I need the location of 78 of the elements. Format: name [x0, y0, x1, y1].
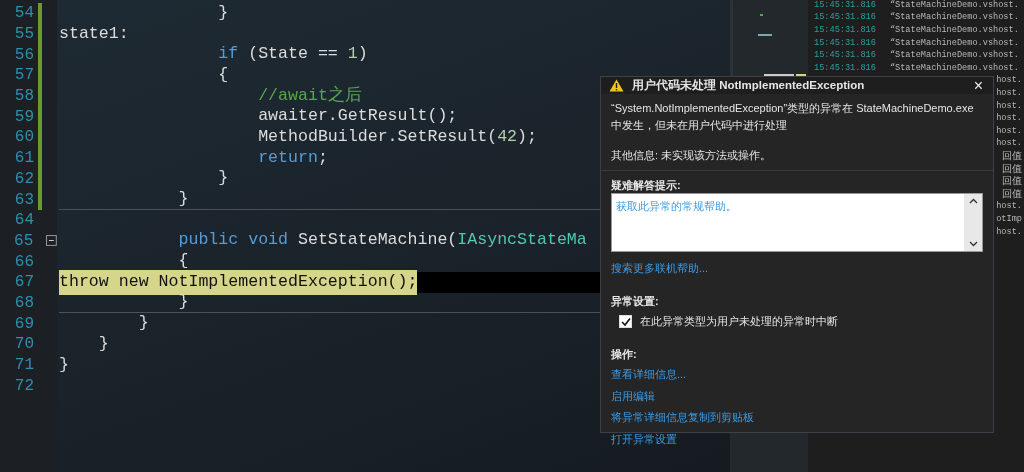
line-number: 63: [13, 189, 34, 211]
output-text: “StateMachineDemo.vshost.: [889, 61, 1019, 75]
output-text: 回值: [1002, 162, 1022, 176]
code-line: }: [137, 312, 149, 335]
output-text: “StateMachineDemo.vshost.: [889, 11, 1019, 25]
help-link[interactable]: 获取此异常的常规帮助。: [616, 200, 737, 213]
checkbox-label: 在此异常类型为用户未处理的异常时中断: [640, 314, 838, 330]
code-line: }: [59, 353, 69, 376]
output-text: 回值: [1002, 175, 1022, 189]
output-text: host.: [996, 225, 1022, 239]
section-heading: 疑难解答提示:: [611, 177, 682, 193]
action-link[interactable]: 将异常详细信息复制到剪贴板: [611, 411, 754, 424]
line-number: 57: [13, 65, 34, 87]
output-text: host.: [996, 99, 1022, 113]
code-line: state1:: [59, 22, 129, 45]
code-line: }: [177, 187, 189, 210]
line-number: 60: [13, 127, 34, 149]
line-number: 59: [13, 106, 34, 128]
scrollbar[interactable]: [964, 194, 982, 252]
output-text: host.: [996, 112, 1022, 126]
line-number: 72: [13, 375, 34, 397]
output-text: host.: [996, 74, 1022, 88]
line-number: 62: [13, 168, 34, 190]
line-number: 58: [13, 86, 34, 108]
line-number: 56: [13, 44, 34, 66]
action-link[interactable]: 打开异常设置: [611, 432, 677, 445]
action-link[interactable]: 启用编辑: [611, 389, 655, 402]
code-line: }: [217, 167, 229, 190]
popup-title: 用户代码未处理 NotImplementedException: [632, 77, 866, 93]
output-text: otImp: [996, 212, 1022, 226]
code-line: MethodBuilder.SetResult(42);: [257, 126, 537, 149]
output-text: host.: [996, 137, 1022, 151]
collapse-icon[interactable]: [46, 235, 57, 247]
section-heading: 操作:: [611, 346, 638, 362]
output-timestamp: 15:45:31.816: [814, 61, 876, 75]
output-timestamp: 15:45:31.816: [814, 36, 876, 50]
line-number: 65: [13, 230, 34, 252]
output-timestamp: 15:45:31.816: [814, 0, 876, 12]
exception-message: “System.NotImplementedException”类型的异常在 StateMachineDemo.exe 中发生，但未在用户代码中进行处理: [611, 101, 975, 133]
output-text: “StateMachineDemo.vshost.: [889, 49, 1019, 63]
scroll-down-icon[interactable]: [968, 241, 978, 248]
output-text: “StateMachineDemo.vshost.: [889, 24, 1019, 37]
line-number: 66: [13, 251, 34, 273]
output-timestamp: 15:45:31.816: [814, 11, 876, 25]
close-button[interactable]: ×: [971, 77, 985, 94]
checkbox[interactable]: [619, 315, 632, 328]
code-line: }: [217, 1, 229, 24]
output-text: “StateMachineDemo.vshost.: [889, 0, 1019, 12]
output-text: host.: [996, 200, 1022, 214]
line-number: 61: [13, 148, 34, 170]
highlighted-statement: throw new NotImplementedException();: [59, 269, 418, 295]
line-number: 69: [13, 313, 34, 335]
additional-info: 其他信息: 未实现该方法或操作。: [611, 148, 773, 164]
line-number: 68: [13, 292, 34, 314]
line-number: 71: [13, 355, 34, 377]
code-line: if (State == 1): [217, 43, 368, 66]
line-number: 67: [13, 272, 34, 294]
scroll-up-icon[interactable]: [968, 198, 978, 205]
output-timestamp: 15:45:31.816: [814, 24, 876, 37]
code-line: //await之后: [257, 84, 362, 107]
output-text: “StateMachineDemo.vshost.: [889, 36, 1019, 50]
output-text: 回值: [1002, 149, 1022, 164]
code-line: awaiter.GetResult();: [257, 105, 458, 128]
action-link[interactable]: 查看详细信息...: [611, 368, 687, 381]
code-line: public void SetStateMachine(IAsyncStateMa: [177, 229, 587, 252]
code-line: return;: [257, 146, 328, 169]
line-number: 55: [13, 24, 34, 46]
code-line: {: [217, 63, 229, 86]
output-timestamp: 15:45:31.816: [814, 49, 876, 63]
code-line: }: [97, 332, 109, 355]
output-text: host.: [996, 124, 1022, 138]
output-text: 回值: [1002, 187, 1022, 201]
search-help-link[interactable]: 搜索更多联机帮助...: [611, 262, 709, 275]
line-number: 54: [13, 3, 34, 25]
line-number: 70: [13, 334, 34, 356]
output-text: host.: [996, 87, 1022, 100]
line-number: 64: [13, 210, 34, 232]
section-heading: 异常设置:: [611, 293, 660, 309]
